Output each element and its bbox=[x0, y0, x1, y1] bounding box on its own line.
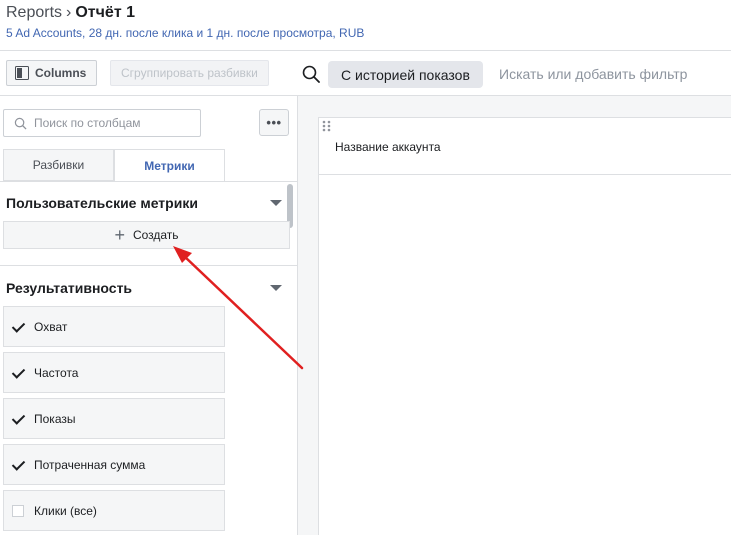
report-subtitle[interactable]: 5 Ad Accounts, 28 дн. после клика и 1 дн… bbox=[6, 26, 364, 40]
divider bbox=[319, 174, 731, 175]
metric-label: Показы bbox=[34, 412, 75, 426]
columns-button[interactable]: Columns bbox=[6, 60, 97, 86]
search-icon[interactable] bbox=[302, 65, 320, 83]
drag-handle-icon[interactable] bbox=[322, 120, 332, 132]
breadcrumb: Reports › Отчёт 1 bbox=[6, 4, 135, 22]
checkbox-checked[interactable] bbox=[12, 459, 24, 471]
chevron-down-icon[interactable] bbox=[270, 285, 282, 291]
column-search-input[interactable] bbox=[34, 116, 184, 130]
toolbar: Columns Сгруппировать разбивки С историе… bbox=[0, 50, 731, 96]
metric-label: Потраченная сумма bbox=[34, 458, 145, 472]
search-icon bbox=[14, 117, 27, 130]
metric-item-impressions[interactable]: Показы bbox=[3, 398, 225, 439]
page-title: Отчёт 1 bbox=[75, 4, 135, 22]
chevron-down-icon[interactable] bbox=[270, 200, 282, 206]
column-search-field[interactable] bbox=[3, 109, 201, 137]
create-custom-metric-button[interactable]: + Создать bbox=[3, 221, 290, 249]
checkbox-checked[interactable] bbox=[12, 367, 24, 379]
checkbox-unchecked[interactable] bbox=[12, 505, 24, 517]
impression-history-filter-pill[interactable]: С историей показов bbox=[328, 61, 483, 88]
divider bbox=[0, 265, 297, 266]
plus-icon: + bbox=[114, 226, 125, 244]
tab-metrics[interactable]: Метрики bbox=[114, 149, 225, 181]
sidebar-tabs: Разбивки Метрики bbox=[3, 149, 225, 181]
group-breakdowns-button[interactable]: Сгруппировать разбивки bbox=[110, 60, 269, 86]
columns-button-label: Columns bbox=[35, 66, 86, 80]
chevron-right-icon: › bbox=[66, 4, 71, 22]
create-button-label: Создать bbox=[133, 228, 179, 242]
columns-icon bbox=[15, 66, 29, 80]
report-table-panel: Название аккаунта bbox=[298, 96, 731, 535]
tab-breakdowns[interactable]: Разбивки bbox=[3, 149, 114, 181]
columns-sidebar: ••• Разбивки Метрики Пользовательские ме… bbox=[0, 96, 298, 535]
custom-metrics-section-title[interactable]: Пользовательские метрики bbox=[6, 195, 198, 211]
filter-search-input[interactable]: Искать или добавить фильтр bbox=[499, 66, 687, 82]
metric-item-frequency[interactable]: Частота bbox=[3, 352, 225, 393]
checkbox-checked[interactable] bbox=[12, 321, 24, 333]
column-header-account-name[interactable]: Название аккаунта bbox=[335, 140, 441, 154]
metric-item-amount-spent[interactable]: Потраченная сумма bbox=[3, 444, 225, 485]
report-table: Название аккаунта bbox=[318, 117, 731, 535]
metric-label: Частота bbox=[34, 366, 78, 380]
metric-item-reach[interactable]: Охват bbox=[3, 306, 225, 347]
checkbox-checked[interactable] bbox=[12, 413, 24, 425]
performance-section-title[interactable]: Результативность bbox=[6, 280, 132, 296]
metric-item-clicks-all[interactable]: Клики (все) bbox=[3, 490, 225, 531]
more-options-button[interactable]: ••• bbox=[259, 109, 289, 136]
divider bbox=[0, 181, 297, 182]
metric-label: Клики (все) bbox=[34, 504, 97, 518]
breadcrumb-reports-link[interactable]: Reports bbox=[6, 4, 62, 22]
metric-label: Охват bbox=[34, 320, 67, 334]
